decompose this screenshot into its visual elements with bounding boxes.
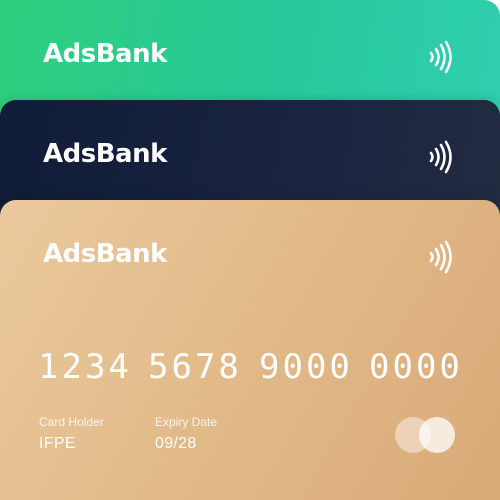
bank-brand: AdsBank — [43, 239, 167, 269]
contactless-icon — [429, 140, 452, 174]
card-number-group: 5678 — [148, 348, 242, 382]
card-stack: AdsBank AdsBank AdsBank 1234 5678 9000 0… — [0, 0, 500, 500]
contactless-icon — [429, 40, 452, 74]
card-number: 1234 5678 9000 0000 — [38, 348, 458, 382]
expiry-date-value: 09/28 — [155, 435, 197, 452]
mastercard-logo-icon — [395, 417, 455, 453]
card-number-group: 0000 — [369, 348, 458, 382]
card-holder-label: Card Holder — [39, 415, 104, 429]
contactless-icon — [429, 240, 452, 274]
card-gold[interactable]: AdsBank 1234 5678 9000 0000 Card Holder IFP… — [0, 200, 500, 500]
card-number-group: 1234 — [38, 348, 132, 382]
bank-brand: AdsBank — [43, 139, 167, 169]
card-number-group: 9000 — [259, 348, 353, 382]
bank-brand: AdsBank — [43, 39, 167, 69]
card-holder-value: IFPE — [39, 435, 76, 452]
expiry-date-label: Expiry Date — [155, 415, 218, 429]
